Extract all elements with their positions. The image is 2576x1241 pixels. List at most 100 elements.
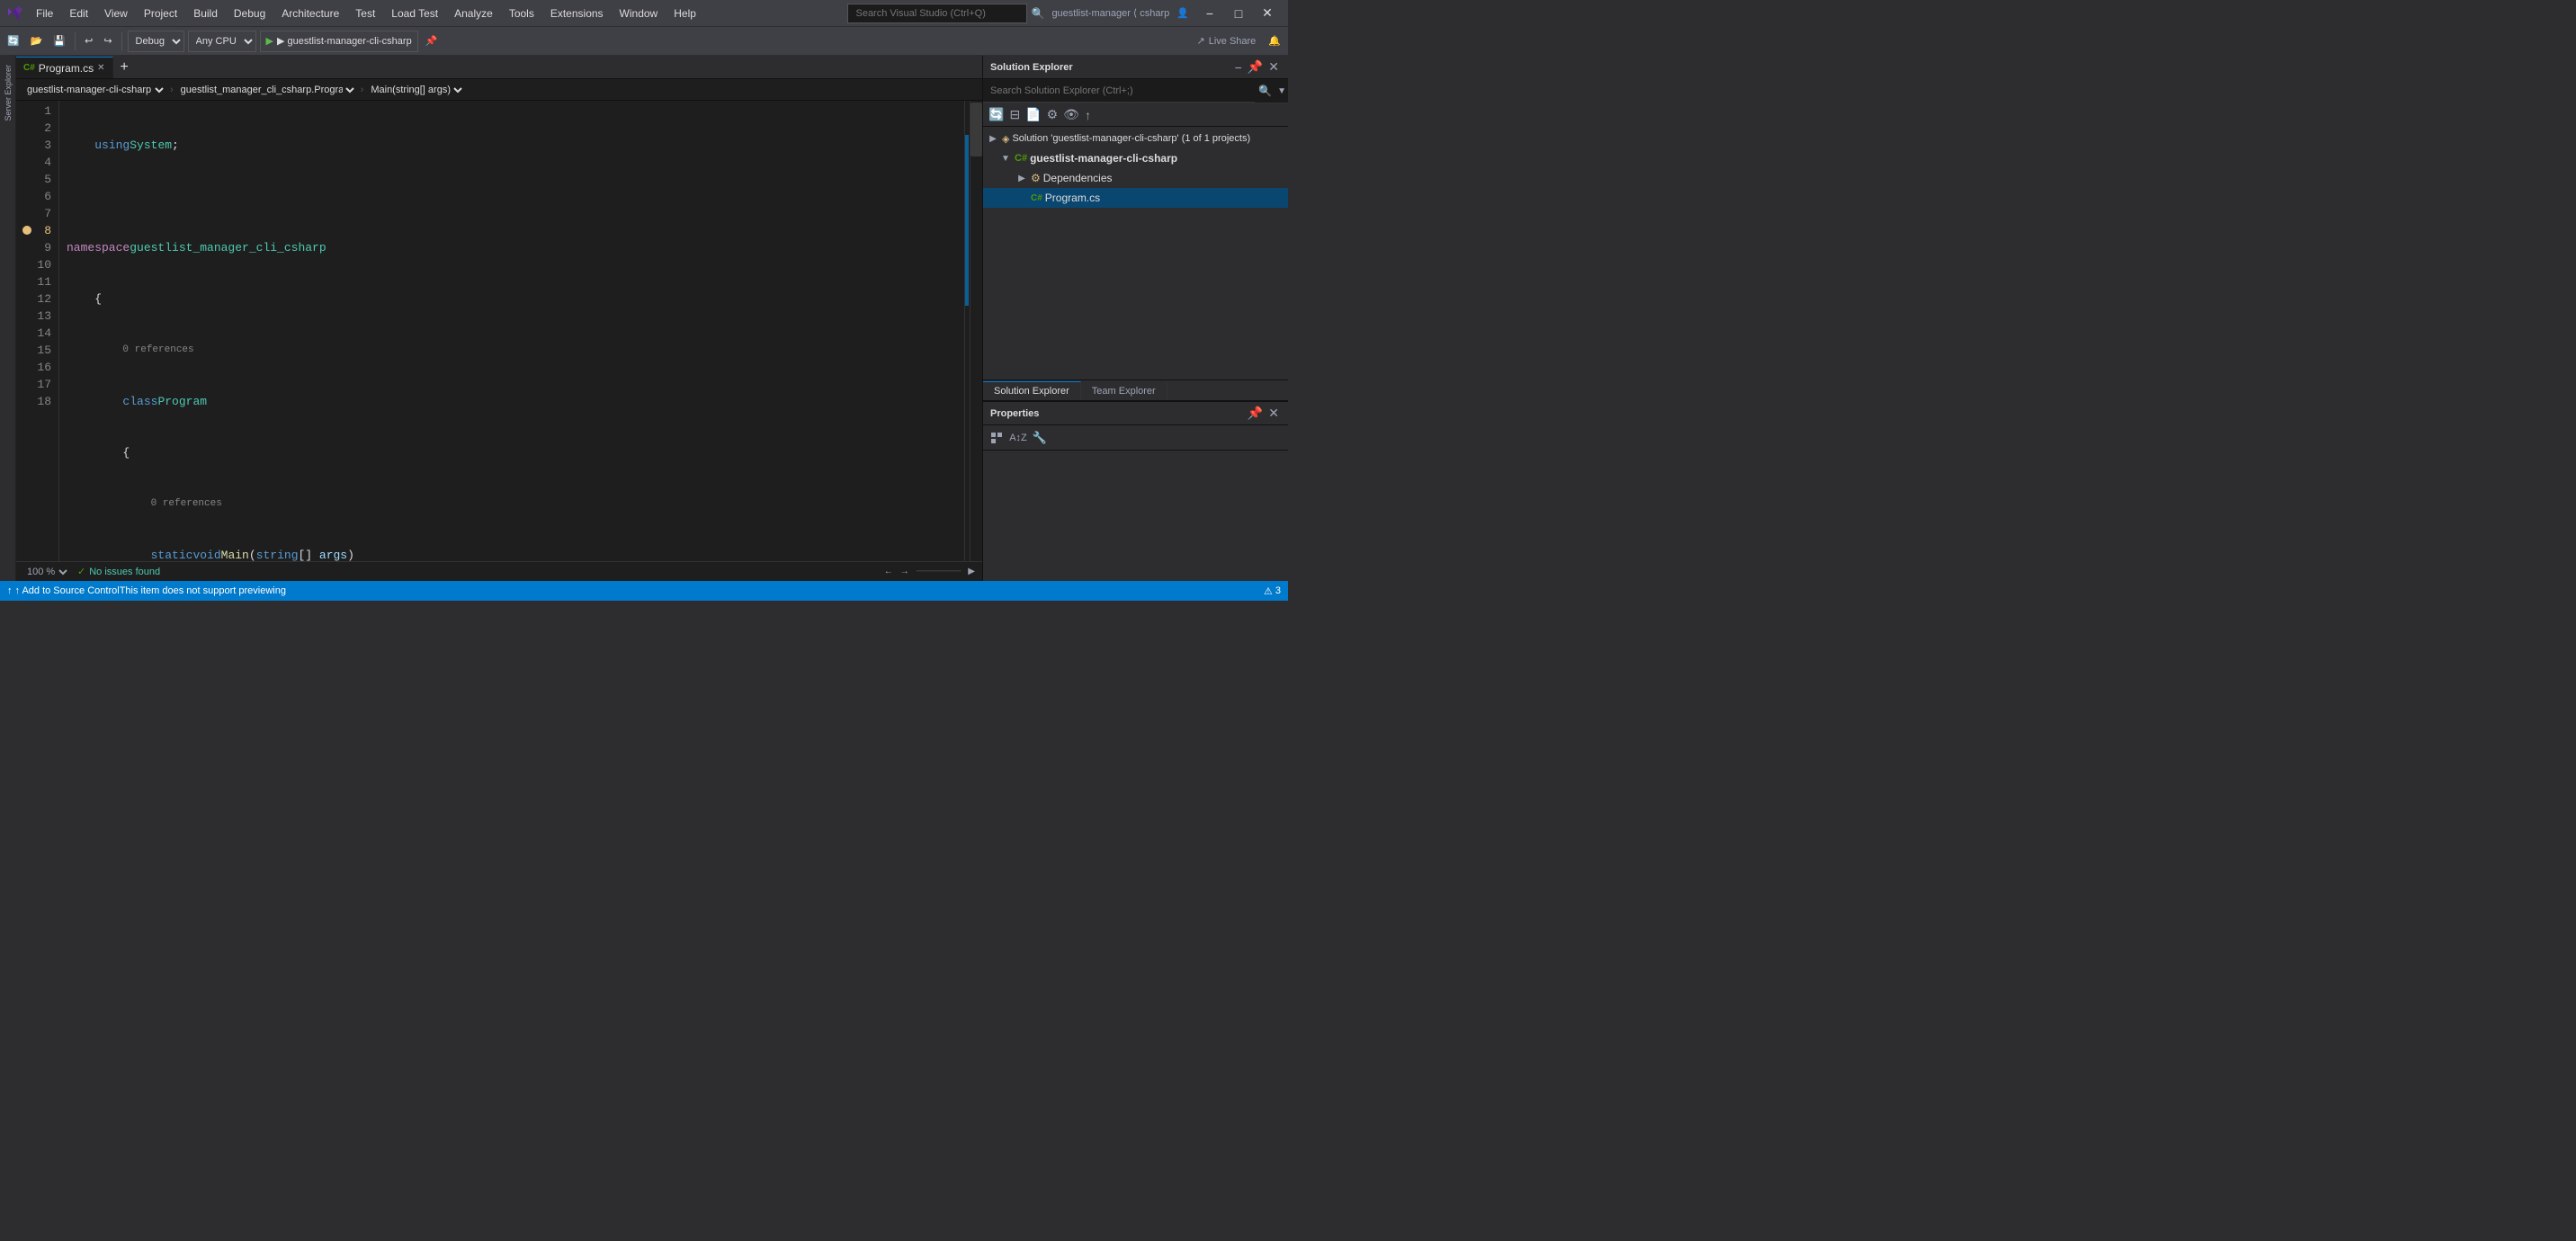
props-alphabetical-button[interactable]: A↕Z xyxy=(1008,428,1028,448)
properties-button[interactable]: ⚙ xyxy=(1045,107,1060,122)
tab-close-button[interactable]: ✕ xyxy=(97,63,104,73)
scroll-right-button[interactable]: ▶ xyxy=(968,567,975,576)
status-left: ↑ ↑ Add to Source Control xyxy=(7,585,120,596)
solution-expand-icon[interactable]: ▶ xyxy=(987,132,999,145)
properties-panel: Properties 📌 ✕ A↕Z 🔧 xyxy=(983,401,1288,581)
breadcrumb-namespace-select[interactable]: guestlist-manager-cli-csharp xyxy=(23,81,166,99)
minimize-button[interactable]: − xyxy=(1196,4,1223,23)
refresh-button[interactable]: 🔄 xyxy=(987,107,1006,122)
tab-label: Program.cs xyxy=(39,62,94,75)
code-editor: 1 2 ⊟ 3 4 5 ⊟ 6 7 ⊟ 8 9 xyxy=(16,101,982,561)
sort-icon: A↕Z xyxy=(1009,433,1027,443)
code-content[interactable]: using System; namespace guestlist_manage… xyxy=(59,101,964,561)
project-node[interactable]: ▼ C# guestlist-manager-cli-csharp xyxy=(983,148,1288,168)
menu-extensions[interactable]: Extensions xyxy=(543,5,611,22)
right-panel: Solution Explorer − 📌 ✕ 🔍 ▼ 🔄 ⊟ 📄 ⚙ 👁 ↑ xyxy=(982,56,1288,581)
menu-project[interactable]: Project xyxy=(137,5,184,22)
properties-close-button[interactable]: ✕ xyxy=(1266,406,1281,421)
menu-file[interactable]: File xyxy=(29,5,60,22)
bottom-right: ← → ─────── ▶ xyxy=(884,567,975,576)
menu-test[interactable]: Test xyxy=(348,5,382,22)
properties-pin-button[interactable]: 📌 xyxy=(1246,406,1265,421)
main-toolbar: 🔄 📂 💾 ↩ ↪ Debug Any CPU ▶ ▶ guestlist-ma… xyxy=(0,27,1288,56)
tab-team-explorer[interactable]: Team Explorer xyxy=(1081,382,1167,400)
menu-architecture[interactable]: Architecture xyxy=(274,5,346,22)
code-line-6: class Program xyxy=(67,393,964,410)
maximize-button[interactable]: □ xyxy=(1225,4,1252,23)
menu-analyze[interactable]: Analyze xyxy=(447,5,500,22)
solution-explorer-title: Solution Explorer xyxy=(990,62,1073,73)
project-expand-icon[interactable]: ▼ xyxy=(999,152,1012,165)
code-line-1: using System; xyxy=(67,137,964,154)
scroll-thumb[interactable] xyxy=(970,103,982,156)
notifications-button[interactable]: 🔔 xyxy=(1265,31,1284,52)
menu-bar: File Edit View Project Build Debug Archi… xyxy=(29,5,703,22)
csharp-file-icon: C# xyxy=(23,63,35,73)
solution-node[interactable]: ▶ ◈ Solution 'guestlist-manager-cli-csha… xyxy=(983,129,1288,148)
navigate-back-button[interactable]: ← xyxy=(884,567,893,576)
line-num-13: 13 xyxy=(16,308,51,325)
status-bar: ↑ ↑ Add to Source Control This item does… xyxy=(0,581,1288,601)
panel-close-button[interactable]: ✕ xyxy=(1266,59,1281,75)
redo-button[interactable]: ↪ xyxy=(100,31,115,52)
start-button[interactable]: ▶ ▶ guestlist-manager-cli-csharp xyxy=(260,31,418,52)
program-cs-node[interactable]: C# Program.cs xyxy=(983,188,1288,208)
warning-triangle-icon: ⚠ xyxy=(1264,585,1273,597)
undo-button[interactable]: ↩ xyxy=(81,31,96,52)
props-wrench-button[interactable]: 🔧 xyxy=(1030,428,1050,448)
pin-button[interactable]: 📌 xyxy=(422,31,442,52)
server-explorer-tab[interactable]: Server Explorer xyxy=(2,59,14,127)
debug-config-select[interactable]: Debug xyxy=(128,31,184,52)
menu-view[interactable]: View xyxy=(97,5,135,22)
code-line-8: 0 references xyxy=(67,496,964,513)
breadcrumb-class-select[interactable]: guestlist_manager_cli_csharp.Program xyxy=(177,81,357,99)
categorized-icon xyxy=(990,432,1003,444)
panel-collapse-button[interactable]: − xyxy=(1233,59,1244,75)
source-control-status[interactable]: ↑ ↑ Add to Source Control xyxy=(7,585,120,596)
solution-search-input[interactable] xyxy=(983,79,1255,103)
source-control-button[interactable]: ↑ xyxy=(1083,108,1093,122)
warning-status[interactable]: ⚠ 3 xyxy=(1264,585,1281,597)
new-tab-button[interactable]: + xyxy=(117,57,132,78)
show-all-files-button[interactable]: 📄 xyxy=(1024,107,1042,122)
menu-window[interactable]: Window xyxy=(613,5,666,22)
window-controls: − □ ✕ xyxy=(1196,4,1281,23)
warning-dot-8 xyxy=(22,226,31,235)
dependencies-expand-icon[interactable]: ▶ xyxy=(1015,172,1028,184)
menu-build[interactable]: Build xyxy=(186,5,225,22)
save-button[interactable]: 💾 xyxy=(49,31,69,52)
close-button[interactable]: ✕ xyxy=(1254,4,1281,23)
change-indicator xyxy=(964,101,970,561)
new-project-button[interactable]: 🔄 xyxy=(4,31,23,52)
editor-container: C# Program.cs ✕ + guestlist-manager-cli-… xyxy=(16,56,982,581)
collapse-all-button[interactable]: ⊟ xyxy=(1007,107,1022,122)
tab-solution-explorer[interactable]: Solution Explorer xyxy=(983,381,1081,400)
breadcrumb-method-select[interactable]: Main(string[] args) xyxy=(367,81,465,99)
zoom-select[interactable]: 100 % xyxy=(23,566,70,578)
menu-tools[interactable]: Tools xyxy=(502,5,541,22)
warning-count: 3 xyxy=(1275,585,1281,596)
search-input[interactable] xyxy=(847,4,1027,23)
dependencies-node[interactable]: ▶ ⚙ Dependencies xyxy=(983,168,1288,188)
open-file-button[interactable]: 📂 xyxy=(27,31,47,52)
line-num-1: 1 xyxy=(16,103,51,120)
menu-load-test[interactable]: Load Test xyxy=(384,5,445,22)
menu-edit[interactable]: Edit xyxy=(62,5,95,22)
breadcrumb-bar: guestlist-manager-cli-csharp › guestlist… xyxy=(16,79,982,101)
panel-pin-button[interactable]: 📌 xyxy=(1246,59,1265,75)
menu-debug[interactable]: Debug xyxy=(227,5,273,22)
profile-icon[interactable]: 👤 xyxy=(1176,7,1189,19)
live-share-button[interactable]: ↗ Live Share xyxy=(1191,33,1261,49)
preview-button[interactable]: 👁 xyxy=(1061,107,1081,122)
title-bar-right: 🔍 guestlist-manager ⟨ csharp 👤 − □ ✕ xyxy=(847,4,1281,23)
props-categorized-button[interactable] xyxy=(987,428,1006,448)
line-num-7: 7 xyxy=(16,205,51,222)
menu-help[interactable]: Help xyxy=(666,5,703,22)
tab-program-cs[interactable]: C# Program.cs ✕ xyxy=(16,57,113,78)
title-bar: File Edit View Project Build Debug Archi… xyxy=(0,0,1288,27)
solution-search-options-button[interactable]: ▼ xyxy=(1275,86,1288,96)
cpu-config-select[interactable]: Any CPU xyxy=(188,31,256,52)
editor-scrollbar[interactable] xyxy=(970,101,982,561)
line-numbers: 1 2 ⊟ 3 4 5 ⊟ 6 7 ⊟ 8 9 xyxy=(16,101,59,561)
navigate-forward-button[interactable]: → xyxy=(900,567,909,576)
